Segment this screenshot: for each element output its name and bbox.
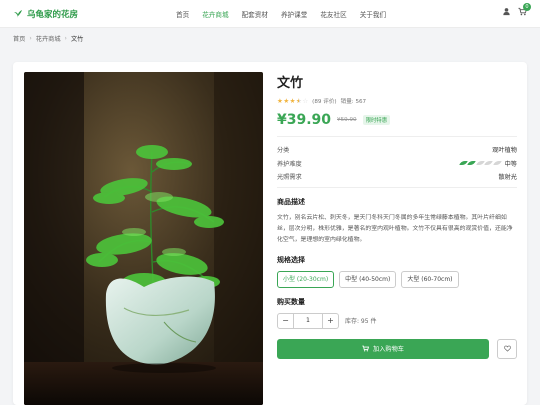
divider	[277, 186, 517, 188]
spec-row: 养护难度 中等	[277, 157, 517, 171]
product-photo	[24, 72, 263, 405]
increase-button[interactable]: +	[323, 314, 338, 328]
chevron-right-icon: ›	[29, 35, 32, 42]
original-price: ¥59.90	[337, 117, 357, 123]
size-options: 小型 (20-30cm) 中型 (40-50cm) 大型 (60-70cm)	[277, 270, 517, 288]
spec-row: 光照需求 散射光	[277, 170, 517, 184]
add-to-cart-label: 加入购物车	[373, 346, 404, 353]
quantity-heading: 购买数量	[277, 297, 305, 306]
cart-icon[interactable]: 0	[518, 3, 531, 16]
quantity-row: − 1 + 库存: 95 件	[277, 312, 517, 329]
nav-about[interactable]: 关于我们	[360, 9, 386, 19]
star-half-icon: ★	[296, 98, 302, 105]
user-icon[interactable]	[502, 7, 511, 16]
nav-supplies[interactable]: 配套资材	[242, 9, 268, 19]
difficulty-meter	[458, 161, 502, 166]
stock-text: 库存: 95 件	[345, 318, 377, 325]
spec-row: 分类 观叶植物	[277, 143, 517, 157]
chevron-right-icon: ›	[64, 35, 67, 42]
rating-row: ★ ★ ★ ★ ☆ (89 评价) 销量: 567	[277, 97, 517, 105]
heart-icon	[503, 345, 511, 352]
spec-value: 观叶植物	[492, 147, 517, 155]
leaf-logo-icon	[14, 10, 22, 18]
product-card: 文竹 ★ ★ ★ ★ ☆ (89 评价) 销量: 567 ¥39.90 ¥59.…	[13, 62, 527, 405]
review-count[interactable]: (89 评价)	[312, 97, 336, 105]
cart-icon	[362, 345, 370, 352]
star-empty-icon: ☆	[302, 96, 309, 105]
size-option-large[interactable]: 大型 (60-70cm)	[401, 270, 459, 288]
breadcrumb-current: 文竹	[70, 36, 84, 43]
cart-count-badge: 0	[523, 3, 531, 11]
spec-label: 分类	[277, 147, 290, 155]
star-icon: ★	[283, 96, 290, 105]
spec-label: 养护难度	[277, 160, 302, 168]
size-option-small[interactable]: 小型 (20-30cm)	[277, 270, 335, 288]
leaf-icon	[467, 161, 476, 166]
nav-care-class[interactable]: 养护课堂	[281, 9, 307, 19]
nav-home[interactable]: 首页	[176, 9, 189, 19]
size-heading: 规格选择	[277, 255, 305, 264]
spec-label: 光照需求	[277, 174, 302, 182]
decrease-button[interactable]: −	[278, 314, 293, 328]
nav-shop[interactable]: 花卉商城	[202, 9, 228, 19]
main-nav: 首页 花卉商城 配套资材 养护课堂 花友社区 关于我们	[176, 9, 399, 19]
product-info: 文竹 ★ ★ ★ ★ ☆ (89 评价) 销量: 567 ¥39.90 ¥59.…	[277, 72, 517, 359]
star-rating: ★ ★ ★ ★ ☆	[277, 98, 308, 105]
size-option-medium[interactable]: 中型 (40-50cm)	[339, 270, 397, 288]
description-heading: 商品描述	[277, 197, 305, 206]
sales-count: 销量: 567	[340, 99, 367, 105]
breadcrumb-home[interactable]: 首页	[13, 34, 25, 43]
brand-name: 乌龟家的花房	[27, 10, 79, 20]
header-actions: 0	[502, 3, 531, 16]
brand-logo[interactable]: 乌龟家的花房	[13, 8, 78, 20]
current-price: ¥39.90	[277, 112, 332, 128]
price-row: ¥39.90 ¥59.90 限时特惠	[277, 112, 517, 137]
description-text: 文竹，别名云片松、刺天冬，是天门冬科天门冬属的多年生常绿藤本植物。其叶片纤细如丝…	[277, 214, 513, 243]
top-header: 乌龟家的花房 首页 花卉商城 配套资材 养护课堂 花友社区 关于我们 0	[0, 0, 540, 28]
add-to-cart-button[interactable]: 加入购物车	[277, 338, 489, 359]
nav-community[interactable]: 花友社区	[320, 9, 346, 19]
quantity-stepper: − 1 +	[277, 312, 339, 329]
breadcrumb: 首页 › 花卉商城 › 文竹	[13, 34, 83, 43]
breadcrumb-shop[interactable]: 花卉商城	[36, 34, 61, 43]
star-icon: ★	[289, 96, 296, 105]
favorite-button[interactable]	[497, 338, 517, 359]
star-icon: ★	[277, 96, 283, 105]
promo-badge: 限时特惠	[362, 115, 391, 125]
spec-value: 散射光	[498, 174, 517, 182]
quantity-input[interactable]: 1	[293, 313, 323, 328]
product-title: 文竹	[277, 76, 304, 91]
leaf-empty-icon	[492, 161, 502, 166]
leaf-empty-icon	[484, 161, 493, 166]
action-row: 加入购物车	[277, 338, 517, 359]
spec-value: 中等	[504, 160, 517, 168]
spec-list: 分类 观叶植物 养护难度 中等 光照需求 散射光	[277, 143, 517, 188]
